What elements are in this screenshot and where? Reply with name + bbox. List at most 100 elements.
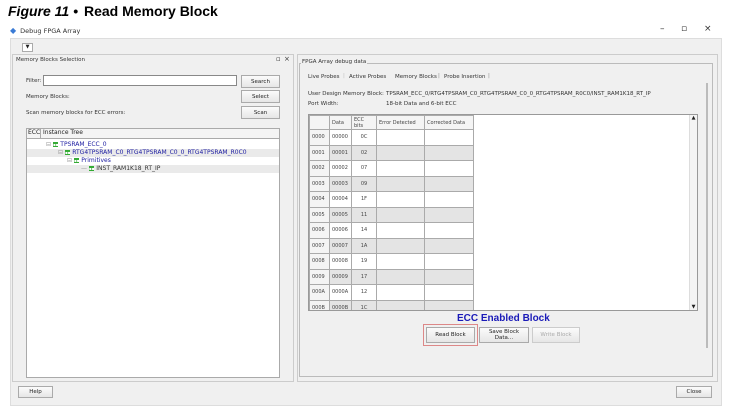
table-row[interactable]: 0001 00001 02: [309, 144, 474, 161]
row-address[interactable]: 0000: [309, 129, 330, 146]
cell-corrected-data[interactable]: [424, 175, 474, 192]
cell-ecc[interactable]: 14: [351, 222, 377, 239]
tab-probe-insertion[interactable]: Probe Insertion: [444, 74, 486, 80]
cell-data[interactable]: 00005: [329, 206, 352, 223]
cell-ecc[interactable]: 12: [351, 284, 377, 301]
table-row[interactable]: 0005 00005 11: [309, 206, 474, 223]
cell-data[interactable]: 0000A: [329, 284, 352, 301]
filter-input[interactable]: [43, 75, 237, 86]
row-address[interactable]: 0009: [309, 268, 330, 285]
cell-error-detected[interactable]: [376, 206, 425, 223]
cell-ecc[interactable]: 19: [351, 253, 377, 270]
cell-data[interactable]: 00003: [329, 175, 352, 192]
cell-error-detected[interactable]: [376, 253, 425, 270]
cell-error-detected[interactable]: [376, 237, 425, 254]
cell-data[interactable]: 00004: [329, 191, 352, 208]
close-button[interactable]: Close: [676, 386, 712, 398]
table-row[interactable]: 0006 00006 14: [309, 222, 474, 239]
cell-error-detected[interactable]: [376, 284, 425, 301]
cell-corrected-data[interactable]: [424, 253, 474, 270]
instance-tree[interactable]: ECC Instance Tree ⊟ ▪▪ TPSRAM_ECC_0 ⊟ ▪▪…: [26, 128, 280, 378]
row-address[interactable]: 000B: [309, 299, 330, 310]
cell-ecc[interactable]: 11: [351, 206, 377, 223]
cell-corrected-data[interactable]: [424, 144, 474, 161]
row-address[interactable]: 0003: [309, 175, 330, 192]
row-address[interactable]: 0008: [309, 253, 330, 270]
row-address[interactable]: 0005: [309, 206, 330, 223]
tab-memory-blocks[interactable]: Memory Blocks: [395, 74, 437, 80]
minimize-button[interactable]: –: [660, 24, 665, 34]
cell-error-detected[interactable]: [376, 175, 425, 192]
cell-data[interactable]: 00007: [329, 237, 352, 254]
search-button[interactable]: Search: [241, 75, 280, 88]
cell-corrected-data[interactable]: [424, 222, 474, 239]
cell-ecc[interactable]: 02: [351, 144, 377, 161]
cell-data[interactable]: 0000B: [329, 299, 352, 310]
column-header-error[interactable]: Error Detected: [376, 115, 425, 130]
cell-error-detected[interactable]: [376, 222, 425, 239]
scroll-down-icon[interactable]: ▼: [690, 304, 697, 310]
cell-error-detected[interactable]: [376, 191, 425, 208]
row-address[interactable]: 0002: [309, 160, 330, 177]
tree-node[interactable]: ⊟ ▪▪ RTG4TPSRAM_C0_RTG4TPSRAM_C0_0_RTG4T…: [27, 149, 279, 157]
float-icon[interactable]: ▫: [276, 55, 281, 63]
cell-data[interactable]: 00008: [329, 253, 352, 270]
instance-tree-header[interactable]: Instance Tree: [41, 129, 83, 138]
select-button[interactable]: Select: [241, 90, 280, 103]
cell-ecc[interactable]: 1A: [351, 237, 377, 254]
cell-corrected-data[interactable]: [424, 191, 474, 208]
table-row[interactable]: 0004 00004 1F: [309, 191, 474, 208]
column-header-corrected[interactable]: Corrected Data: [424, 115, 474, 130]
cell-error-detected[interactable]: [376, 160, 425, 177]
cell-corrected-data[interactable]: [424, 160, 474, 177]
cell-data[interactable]: 00006: [329, 222, 352, 239]
row-address[interactable]: 0001: [309, 144, 330, 161]
cell-error-detected[interactable]: [376, 268, 425, 285]
table-row[interactable]: 0000 00000 0C: [309, 129, 474, 146]
table-row[interactable]: 0007 00007 1A: [309, 237, 474, 254]
cell-ecc[interactable]: 07: [351, 160, 377, 177]
tab-live-probes[interactable]: Live Probes: [308, 74, 339, 80]
save-block-data-button[interactable]: Save Block Data...: [479, 327, 529, 343]
tree-node[interactable]: ⊟ ▪▪ Primitives: [27, 157, 279, 165]
cell-error-detected[interactable]: [376, 299, 425, 310]
toolbar-dropdown[interactable]: ▼: [22, 43, 33, 52]
table-row[interactable]: 000A 0000A 12: [309, 284, 474, 301]
row-address[interactable]: 0004: [309, 191, 330, 208]
cell-data[interactable]: 00009: [329, 268, 352, 285]
table-row[interactable]: 0002 00002 07: [309, 160, 474, 177]
table-row[interactable]: 0003 00003 09: [309, 175, 474, 192]
scan-button[interactable]: Scan: [241, 106, 280, 119]
cell-ecc[interactable]: 1F: [351, 191, 377, 208]
row-address[interactable]: 0006: [309, 222, 330, 239]
cell-error-detected[interactable]: [376, 144, 425, 161]
cell-corrected-data[interactable]: [424, 129, 474, 146]
cell-error-detected[interactable]: [376, 129, 425, 146]
table-row[interactable]: 0008 00008 19: [309, 253, 474, 270]
vertical-scrollbar[interactable]: ▲ ▼: [689, 115, 697, 310]
maximize-button[interactable]: ▫: [681, 24, 687, 34]
cell-data[interactable]: 00000: [329, 129, 352, 146]
cell-ecc[interactable]: 17: [351, 268, 377, 285]
cell-ecc[interactable]: 0C: [351, 129, 377, 146]
close-panel-icon[interactable]: ×: [284, 55, 290, 63]
row-address[interactable]: 0007: [309, 237, 330, 254]
tab-active-probes[interactable]: Active Probes: [349, 74, 386, 80]
cell-corrected-data[interactable]: [424, 237, 474, 254]
cell-corrected-data[interactable]: [424, 268, 474, 285]
cell-data[interactable]: 00002: [329, 160, 352, 177]
help-button[interactable]: Help: [18, 386, 53, 398]
write-block-button[interactable]: Write Block: [532, 327, 580, 343]
table-row[interactable]: 000B 0000B 1C: [309, 299, 474, 310]
row-address[interactable]: 000A: [309, 284, 330, 301]
cell-ecc[interactable]: 1C: [351, 299, 377, 310]
cell-corrected-data[interactable]: [424, 299, 474, 310]
column-header-data[interactable]: Data: [329, 115, 352, 130]
cell-corrected-data[interactable]: [424, 206, 474, 223]
cell-ecc[interactable]: 09: [351, 175, 377, 192]
tree-node[interactable]: ⊟ ▪▪ TPSRAM_ECC_0: [27, 141, 279, 149]
ecc-column-header[interactable]: ECC: [27, 129, 41, 138]
column-header-ecc[interactable]: ECC bits: [351, 115, 377, 130]
cell-corrected-data[interactable]: [424, 284, 474, 301]
tree-node[interactable]: — ▪▪ INST_RAM1K18_RT_IP: [27, 165, 279, 173]
